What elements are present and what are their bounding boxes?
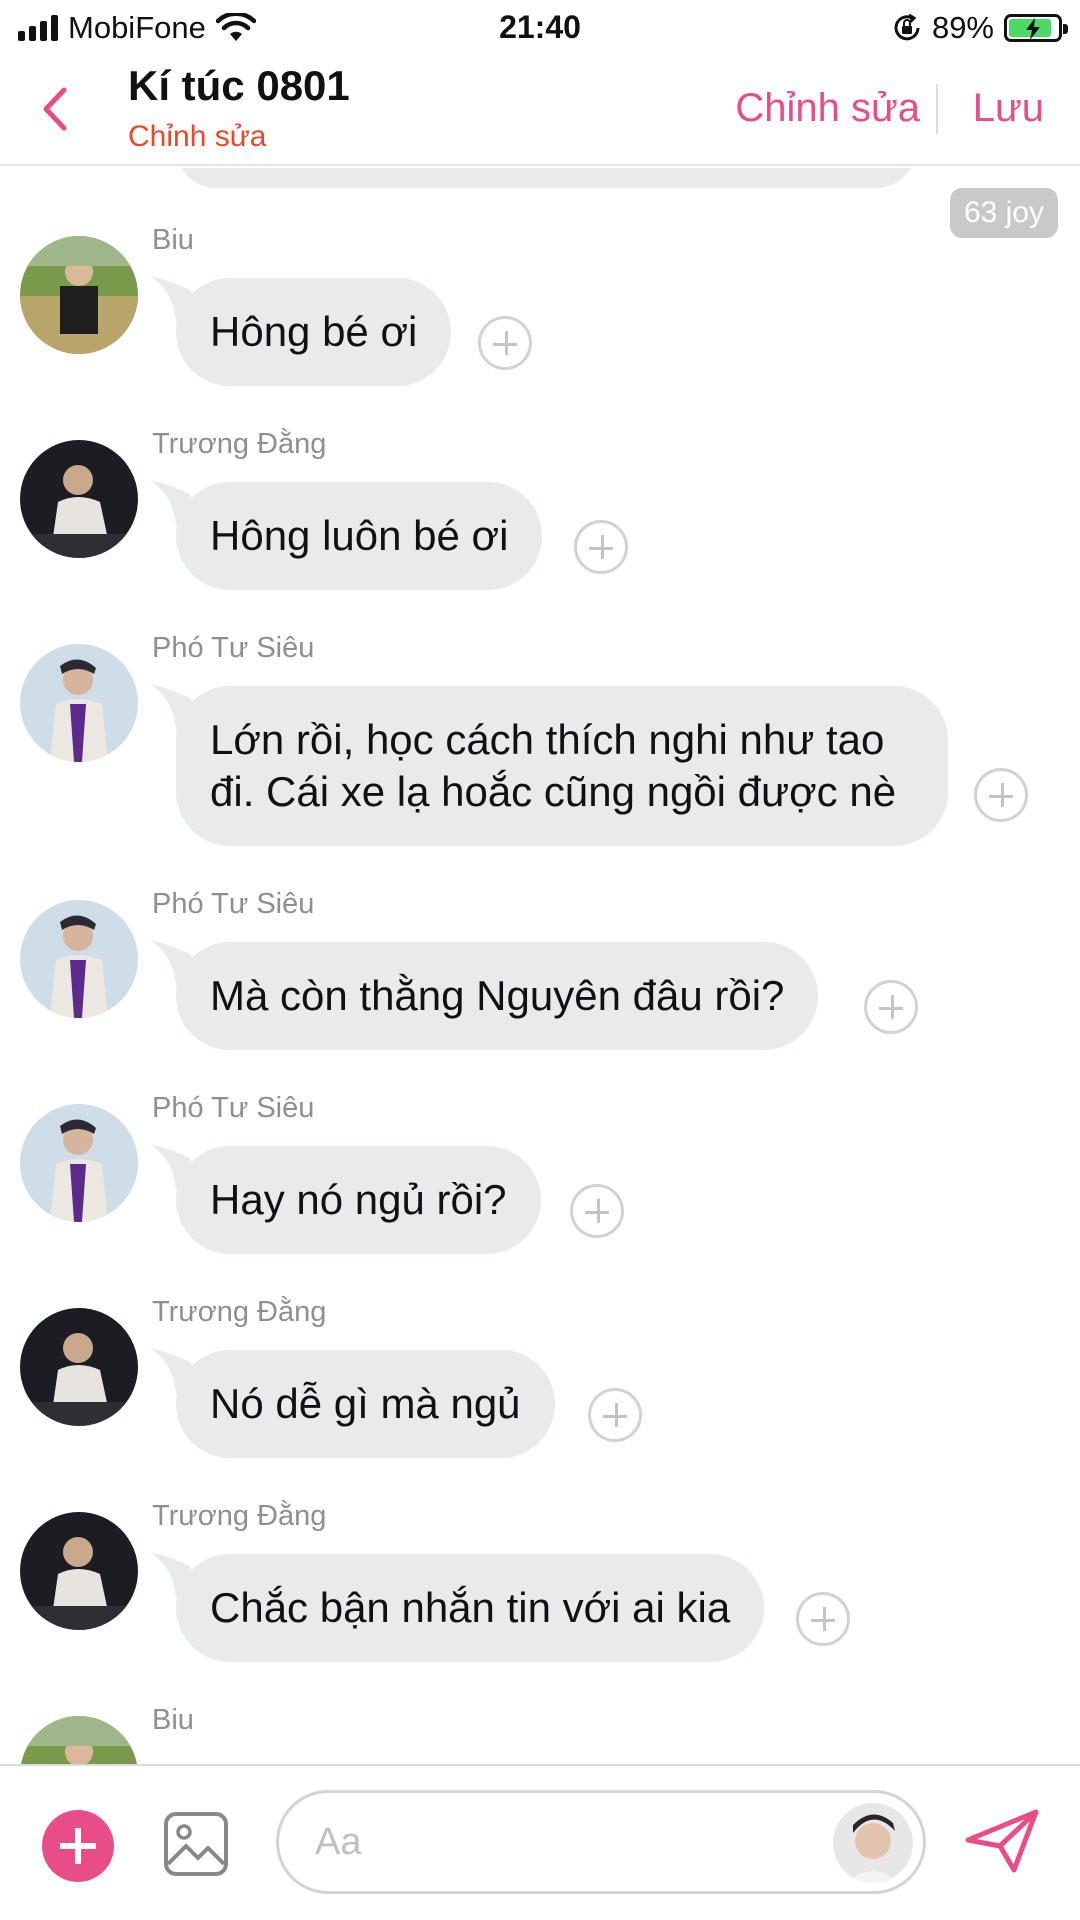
battery-percent: 89% [931,10,994,45]
message-list[interactable]: 63 joy Biu Hông bé ơi Trương Đằng Hông l… [0,168,1080,1764]
save-button[interactable]: Lưu [973,86,1044,131]
back-chevron-icon[interactable] [36,84,76,134]
avatar[interactable] [20,1716,138,1764]
add-reaction-button[interactable] [588,1388,642,1442]
message-input-placeholder: Aa [315,1821,362,1863]
add-reaction-button[interactable] [864,980,918,1034]
sender-name: Phó Tư Siêu [152,888,315,920]
send-icon[interactable] [964,1808,1040,1874]
message-line: Lớn rồi, học cách thích nghi như tao [210,716,885,763]
sender-name: Trương Đằng [152,428,327,460]
message-input[interactable]: Aa [276,1790,926,1894]
sender-name: Biu [152,224,194,256]
add-reaction-button[interactable] [974,768,1028,822]
sender-name: Biu [152,1704,194,1736]
sender-name: Trương Đằng [152,1500,327,1532]
avatar[interactable] [833,1803,913,1883]
sender-name: Trương Đằng [152,1296,327,1328]
message-bubble[interactable]: Hông bé ơi [176,278,452,386]
message-bubble[interactable]: Mà còn thằng Nguyên đâu rồi? [176,942,819,1050]
add-reaction-button[interactable] [796,1592,850,1646]
message-bubble[interactable]: Hay nó ngủ rồi? [176,1146,541,1254]
reaction-count-badge[interactable]: 63 joy [949,188,1058,238]
message-bubble[interactable]: Hông luôn bé ơi [176,482,543,590]
message-bubble[interactable]: Chắc bận nhắn tin với ai kia [176,1554,765,1662]
sender-name: Phó Tư Siêu [152,1092,315,1124]
battery-charging-icon [1004,14,1068,42]
edit-button[interactable]: Chỉnh sửa [735,86,920,131]
status-right: 89% [892,10,1068,46]
status-bar: MobiFone 21:40 89% [0,0,1080,56]
chat-header: Kí túc 0801 Chỉnh sửa Chỉnh sửa Lưu [0,56,1080,166]
header-divider [936,84,938,134]
avatar[interactable] [20,440,138,558]
avatar[interactable] [20,644,138,762]
message-bubble[interactable]: Lớn rồi, học cách thích nghi như tao đi.… [176,686,948,846]
add-reaction-button[interactable] [574,520,628,574]
message-bubble[interactable]: Nó dễ gì mà ngủ [176,1350,555,1458]
rotation-lock-icon [894,13,920,41]
chat-subtitle[interactable]: Chỉnh sửa [128,120,267,154]
add-reaction-button[interactable] [478,316,532,370]
chat-title: Kí túc 0801 [128,62,350,109]
avatar[interactable] [20,1512,138,1630]
image-icon[interactable] [162,1810,230,1878]
chat-screen: MobiFone 21:40 89% Kí túc 0801 Chỉnh sửa… [0,0,1080,1920]
previous-message-bubble[interactable] [176,168,916,188]
avatar[interactable] [20,1308,138,1426]
composer-bar: Aa [0,1764,1080,1920]
avatar[interactable] [20,1104,138,1222]
message-line: đi. Cái xe lạ hoắc cũng ngồi được nè [210,768,897,815]
avatar[interactable] [20,236,138,354]
add-attachment-button[interactable] [42,1810,114,1882]
sender-name: Phó Tư Siêu [152,632,315,664]
add-reaction-button[interactable] [570,1184,624,1238]
avatar[interactable] [20,900,138,1018]
